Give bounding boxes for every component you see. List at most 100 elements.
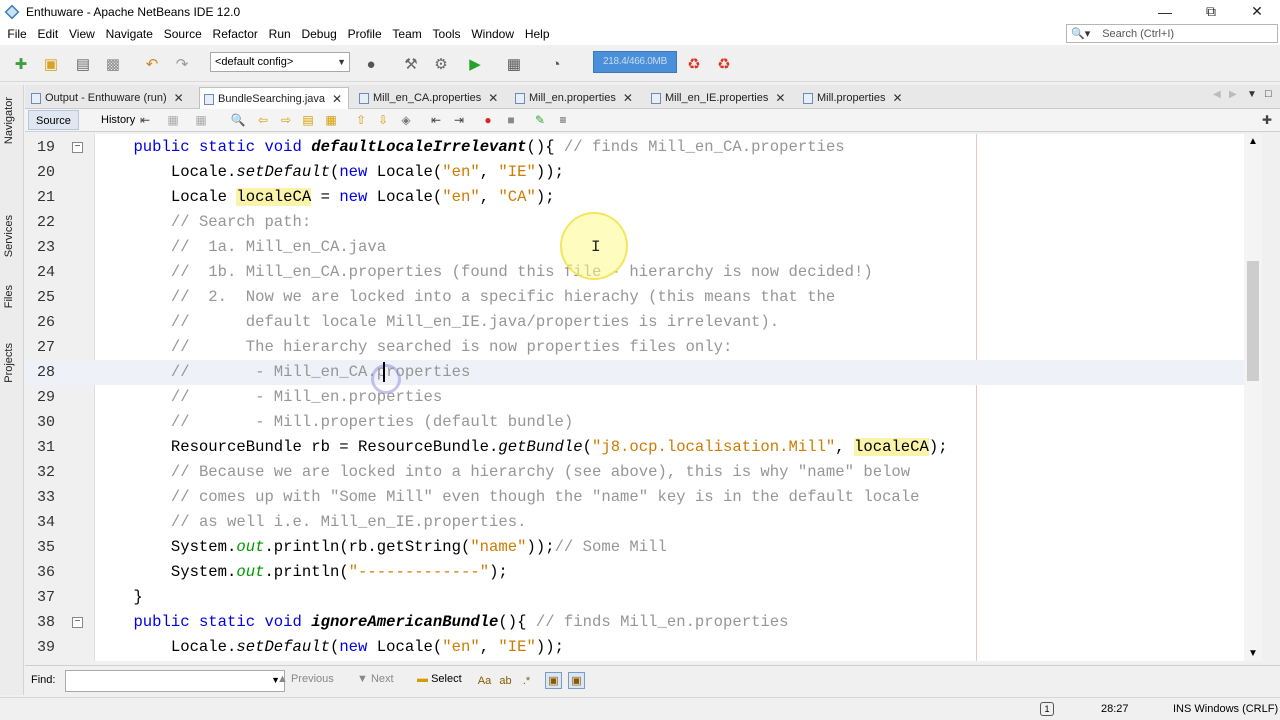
new-project-icon[interactable]: ▣ bbox=[40, 54, 62, 74]
find-input[interactable]: ▼ bbox=[65, 670, 285, 692]
source-button[interactable]: Source bbox=[28, 110, 79, 130]
history-button[interactable]: History bbox=[101, 110, 135, 130]
run-icon[interactable]: ▶ bbox=[464, 54, 486, 74]
code-line[interactable]: 29 // - Mill_en.properties bbox=[25, 385, 1263, 410]
close-icon[interactable]: ✕ bbox=[623, 91, 633, 105]
tab-bundlesearching[interactable]: BundleSearching.java ✕ bbox=[199, 87, 349, 110]
whole-words-icon[interactable]: ab bbox=[497, 672, 514, 689]
build-icon[interactable]: ⚒ bbox=[400, 54, 422, 74]
code-line[interactable]: 24 // 1b. Mill_en_CA.properties (found t… bbox=[25, 260, 1263, 285]
code-line[interactable]: 33 // comes up with "Some Mill" even tho… bbox=[25, 485, 1263, 510]
code-line[interactable]: 25 // 2. Now we are locked into a specif… bbox=[25, 285, 1263, 310]
find-next-icon[interactable]: ⇨ bbox=[278, 112, 294, 128]
config-select[interactable]: <default config> ▼ bbox=[210, 52, 350, 72]
code-line[interactable]: 22 // Search path: bbox=[25, 210, 1263, 235]
maximize-icon[interactable]: □ bbox=[1265, 88, 1272, 100]
scroll-up-icon[interactable]: ▲ bbox=[1248, 136, 1258, 147]
code-line[interactable]: 35 System.out.println(rb.getString("name… bbox=[25, 535, 1263, 560]
close-icon[interactable]: ✕ bbox=[332, 92, 342, 106]
toggle-highlight-icon[interactable]: ▦ bbox=[323, 112, 339, 128]
comment-icon[interactable]: ✎ bbox=[532, 112, 548, 128]
sidebar-tab-files[interactable]: Files bbox=[3, 285, 15, 308]
tab-mill[interactable]: Mill.properties ✕ bbox=[799, 87, 919, 109]
tab-mill-en-ca[interactable]: Mill_en_CA.properties ✕ bbox=[355, 87, 509, 109]
code-line[interactable]: 34 // as well i.e. Mill_en_IE.properties… bbox=[25, 510, 1263, 535]
debug-icon[interactable]: ▦ bbox=[503, 54, 525, 74]
code-line[interactable]: 39 Locale.setDefault(new Locale("en", "I… bbox=[25, 635, 1263, 660]
find-icon[interactable]: 🔍 bbox=[230, 112, 246, 128]
menu-navigate[interactable]: Navigate bbox=[100, 23, 158, 45]
highlight-results-icon[interactable]: ▣ bbox=[545, 672, 562, 689]
menu-view[interactable]: View bbox=[64, 23, 101, 45]
scroll-down-icon[interactable]: ▼ bbox=[1248, 648, 1258, 659]
stop-macro-icon[interactable]: ■ bbox=[503, 112, 519, 128]
split-icon[interactable]: ✚ bbox=[1259, 112, 1275, 128]
record-macro-icon[interactable]: ● bbox=[480, 112, 496, 128]
close-icon[interactable]: ✕ bbox=[775, 91, 785, 105]
globe-icon[interactable]: ● bbox=[360, 54, 382, 74]
next-bookmark-icon[interactable]: ⇩ bbox=[375, 112, 391, 128]
code-line[interactable]: 27 // The hierarchy searched is now prop… bbox=[25, 335, 1263, 360]
minimize-icon[interactable]: — bbox=[1142, 0, 1188, 23]
gc2-icon[interactable]: ♻ bbox=[713, 54, 735, 74]
prev-bookmark-icon[interactable]: ⇧ bbox=[353, 112, 369, 128]
find-select-button[interactable]: ▬ Select bbox=[417, 673, 462, 685]
quick-search-input[interactable]: 🔍▾ Search (Ctrl+I) bbox=[1066, 24, 1278, 43]
menu-refactor[interactable]: Refactor bbox=[207, 23, 263, 45]
menu-debug[interactable]: Debug bbox=[296, 23, 342, 45]
gc-icon[interactable]: ♻ bbox=[683, 54, 705, 74]
code-line[interactable]: 38 − public static void ignoreAmericanBun… bbox=[25, 610, 1263, 635]
close-icon[interactable]: ✕ bbox=[892, 91, 902, 105]
menu-profile[interactable]: Profile bbox=[342, 23, 387, 45]
regex-icon[interactable]: .* bbox=[518, 672, 535, 689]
match-case-icon[interactable]: Aa bbox=[476, 672, 493, 689]
sidebar-tab-services[interactable]: Services bbox=[3, 215, 15, 257]
undo-icon[interactable]: ↶ bbox=[141, 54, 163, 74]
tab-output[interactable]: Output - Enthuware (run) ✕ bbox=[27, 87, 199, 109]
code-line[interactable]: 19 − public static void defaultLocaleIrre… bbox=[25, 135, 1263, 160]
menu-source[interactable]: Source bbox=[158, 23, 207, 45]
notification-badge[interactable]: 1 bbox=[1040, 702, 1054, 716]
menu-edit[interactable]: Edit bbox=[32, 23, 63, 45]
close-icon[interactable]: ✕ bbox=[488, 91, 498, 105]
code-line[interactable]: 21 Locale localeCA = new Locale("en", "C… bbox=[25, 185, 1263, 210]
tab-scroll-right-icon[interactable]: ▶ bbox=[1229, 89, 1237, 100]
code-line[interactable]: 36 System.out.println("-------------"); bbox=[25, 560, 1263, 585]
code-line[interactable]: 26 // default locale Mill_en_IE.java/pro… bbox=[25, 310, 1263, 335]
code-line[interactable]: 37 } bbox=[25, 585, 1263, 610]
fold-toggle-icon[interactable]: − bbox=[72, 617, 83, 628]
editor-vertical-scrollbar[interactable]: ▲ ▼ bbox=[1244, 134, 1262, 661]
code-line[interactable]: 20 Locale.setDefault(new Locale("en", "I… bbox=[25, 160, 1263, 185]
save-all-icon[interactable]: ▩ bbox=[102, 54, 124, 74]
close-icon[interactable]: ✕ bbox=[174, 91, 184, 105]
profile-icon[interactable]: ◔ bbox=[545, 54, 567, 74]
sidebar-tab-projects[interactable]: Projects bbox=[3, 343, 15, 383]
menu-file[interactable]: File bbox=[2, 23, 32, 45]
uncomment-icon[interactable]: ≡ bbox=[555, 112, 571, 128]
menu-run[interactable]: Run bbox=[263, 23, 296, 45]
scrollbar-thumb[interactable] bbox=[1247, 261, 1259, 381]
menu-tools[interactable]: Tools bbox=[427, 23, 466, 45]
sidebar-tab-navigator[interactable]: Navigator bbox=[3, 97, 15, 144]
tab-mill-en[interactable]: Mill_en.properties ✕ bbox=[511, 87, 649, 109]
code-line[interactable]: 31 ResourceBundle rb = ResourceBundle.ge… bbox=[25, 435, 1263, 460]
menu-window[interactable]: Window bbox=[466, 23, 519, 45]
code-line[interactable]: 30 // - Mill.properties (default bundle) bbox=[25, 410, 1263, 435]
tab-scroll-left-icon[interactable]: ◀ bbox=[1213, 89, 1221, 100]
clean-build-icon[interactable]: ⚙ bbox=[430, 54, 452, 74]
menu-help[interactable]: Help bbox=[519, 23, 554, 45]
find-selection-icon[interactable]: ▤ bbox=[300, 112, 316, 128]
close-icon[interactable]: ✕ bbox=[1234, 0, 1280, 23]
shift-left-icon[interactable]: ⇤ bbox=[428, 112, 444, 128]
last-edit-icon[interactable]: ▦ bbox=[193, 112, 209, 128]
open-project-icon[interactable]: ▤ bbox=[72, 54, 94, 74]
tab-mill-en-ie[interactable]: Mill_en_IE.properties ✕ bbox=[647, 87, 799, 109]
find-next-button[interactable]: ▼ Next bbox=[357, 673, 394, 685]
code-line[interactable]: 23 // 1a. Mill_en_CA.java bbox=[25, 235, 1263, 260]
restore-icon[interactable]: ⧉ bbox=[1188, 0, 1234, 23]
shift-right-icon[interactable]: ⇥ bbox=[451, 112, 467, 128]
tab-list-icon[interactable]: ▼ bbox=[1247, 89, 1257, 100]
new-file-icon[interactable]: ✚ bbox=[10, 54, 32, 74]
find-previous-button[interactable]: ▲ Previous bbox=[277, 673, 334, 685]
wrap-around-icon[interactable]: ▣ bbox=[568, 672, 585, 689]
